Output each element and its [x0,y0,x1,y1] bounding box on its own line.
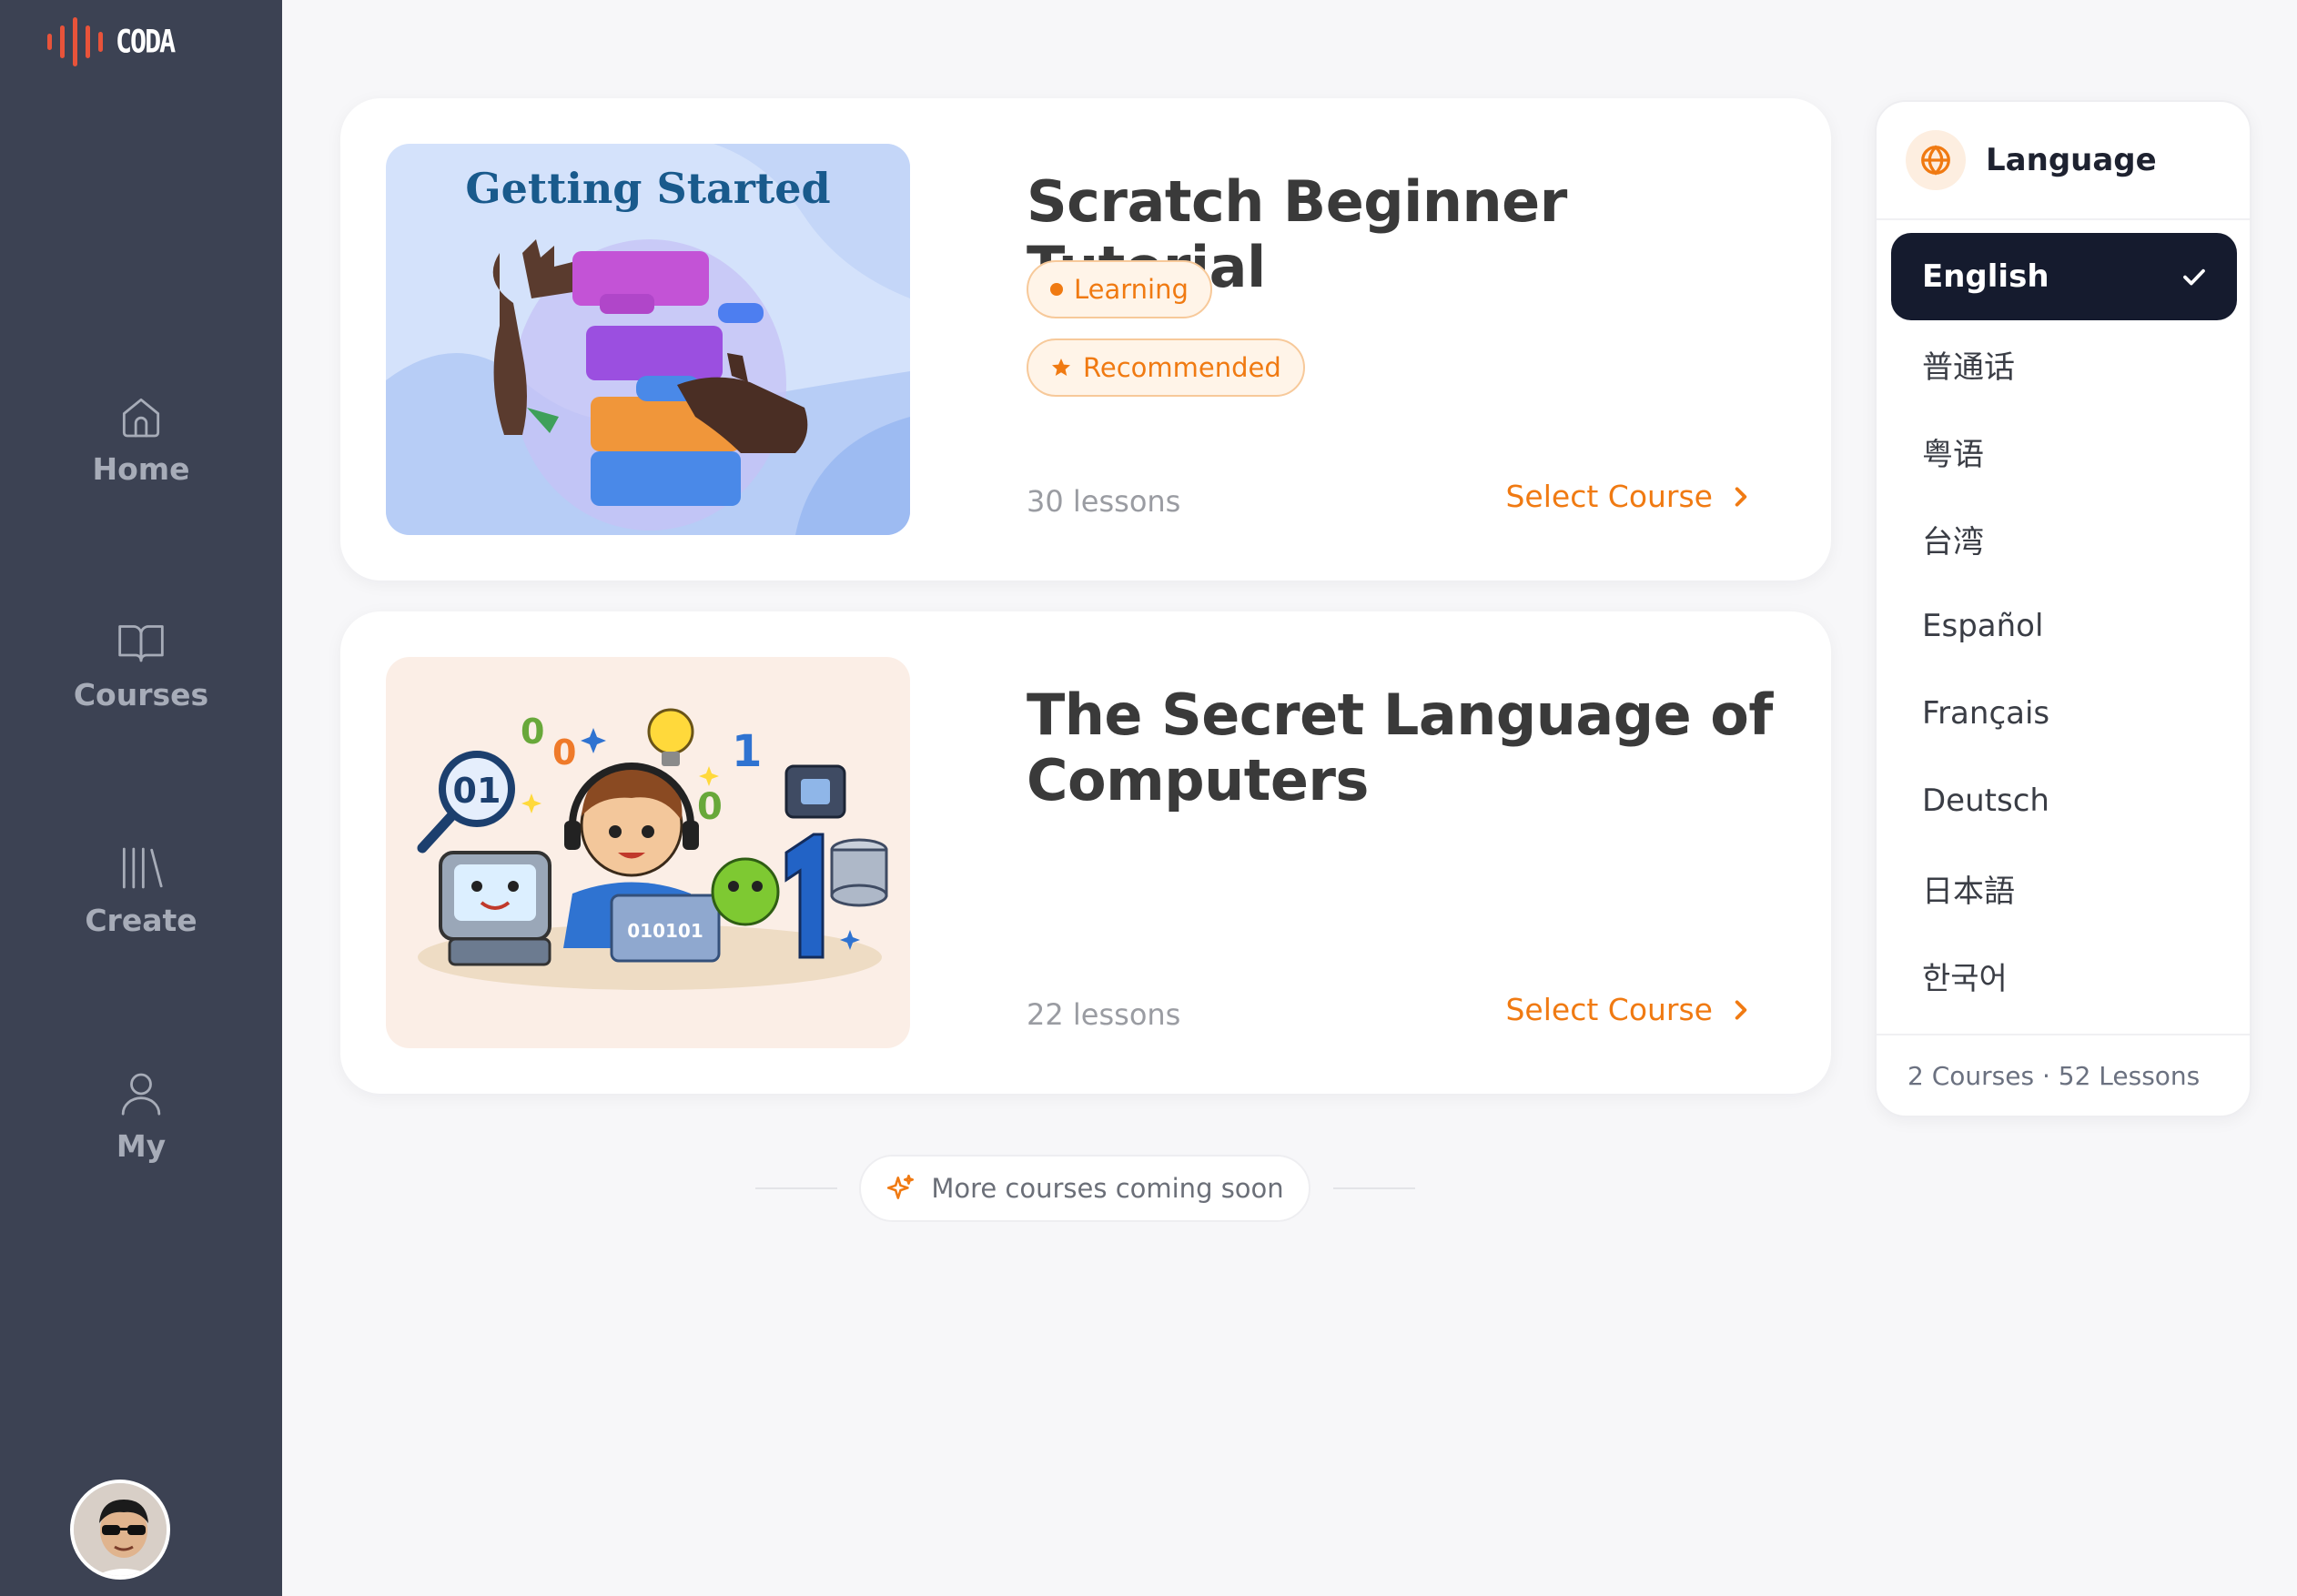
nav-label-create: Create [85,903,197,938]
language-panel: Language English 普通话 粤语 台湾 Español Franç… [1875,100,2251,1117]
language-option-taiwan[interactable]: 台湾 [1891,495,2237,582]
lesson-count: 22 lessons [1027,997,1181,1032]
language-panel-header: Language [1877,102,2250,220]
language-panel-title: Language [1986,142,2157,178]
course-image-secret-language: 01 010101 0 0 1 0 [386,657,910,1048]
status-dot-icon [1050,283,1063,296]
language-option-label: Français [1922,695,2050,732]
badge-label: Learning [1074,274,1189,305]
language-option-mandarin[interactable]: 普通话 [1891,320,2237,408]
nav-item-courses[interactable]: Courses [0,617,282,712]
check-icon [2183,268,2205,286]
app-logo[interactable]: CODA [47,16,176,67]
status-badge-learning: Learning [1027,260,1212,318]
language-option-french[interactable]: Français [1891,670,2237,757]
language-option-label: 한국어 [1922,960,2008,997]
image-caption: Getting Started [465,164,831,213]
book-icon [118,625,164,662]
nav-item-my[interactable]: My [0,1068,282,1164]
lesson-count: 30 lessons [1027,484,1181,519]
divider-line [1333,1187,1415,1189]
computer-kid-illustration: 01 010101 0 0 1 0 [386,657,910,1048]
course-card-scratch[interactable]: Getting Started Scratch Beginner Tutoria… [340,98,1831,581]
language-option-japanese[interactable]: 日本語 [1891,844,2237,932]
status-badge-recommended: Recommended [1027,338,1305,397]
divider-line [755,1187,837,1189]
language-option-label: 粤语 [1922,436,1984,473]
language-option-label: 普通话 [1922,348,2015,386]
svg-text:0: 0 [552,732,576,773]
select-course-label: Select Course [1505,479,1713,514]
language-option-label: 台湾 [1922,523,1984,561]
logo-text: CODA [116,23,176,61]
nav-item-create[interactable]: Create [0,843,282,938]
nav-label-my: My [116,1128,167,1164]
language-option-german[interactable]: Deutsch [1891,757,2237,844]
svg-text:0: 0 [521,712,544,752]
sparkle-icon [887,1174,915,1199]
svg-text:0: 0 [697,786,723,828]
sidebar: CODA Home Courses Create My [0,0,282,1596]
chevron-right-icon [1735,999,1747,1020]
nav-item-home[interactable]: Home [0,391,282,487]
language-option-label: Español [1922,608,2044,644]
course-summary: 2 Courses · 52 Lessons [1877,1034,2250,1116]
language-option-cantonese[interactable]: 粤语 [1891,408,2237,495]
badge-label: Recommended [1083,352,1281,383]
svg-text:1: 1 [732,726,762,777]
chevron-right-icon [1735,486,1747,507]
nav-label-courses: Courses [73,677,209,712]
language-option-label: 日本語 [1922,873,2015,910]
avatar[interactable] [70,1480,170,1580]
coming-soon-notice: More courses coming soon [859,1155,1310,1222]
nav-label-home: Home [92,451,190,487]
language-option-korean[interactable]: 한국어 [1891,932,2237,1019]
course-title: The Secret Language of Computers [1027,682,1773,813]
logo-mark-icon [47,16,103,67]
language-option-spanish[interactable]: Español [1891,582,2237,670]
globe-icon-badge [1906,130,1966,190]
select-course-button[interactable]: Select Course [1505,479,1753,514]
language-option-label: English [1922,258,2049,295]
home-icon [122,398,160,438]
course-card-secret-language[interactable]: 01 010101 0 0 1 0 The Secret Language of… [340,611,1831,1094]
select-course-label: Select Course [1505,992,1713,1027]
coming-soon-label: More courses coming soon [931,1173,1284,1204]
select-course-button[interactable]: Select Course [1505,992,1753,1027]
user-icon [121,1073,161,1116]
globe-icon [1921,145,1950,176]
course-image-scratch: Getting Started [386,144,910,535]
library-icon [122,847,163,889]
language-option-label: Deutsch [1922,783,2049,819]
star-icon [1052,359,1070,376]
avatar-image [74,1483,167,1576]
language-option-english[interactable]: English [1891,233,2237,320]
svg-text:010101: 010101 [627,920,703,942]
svg-text:01: 01 [453,771,501,811]
